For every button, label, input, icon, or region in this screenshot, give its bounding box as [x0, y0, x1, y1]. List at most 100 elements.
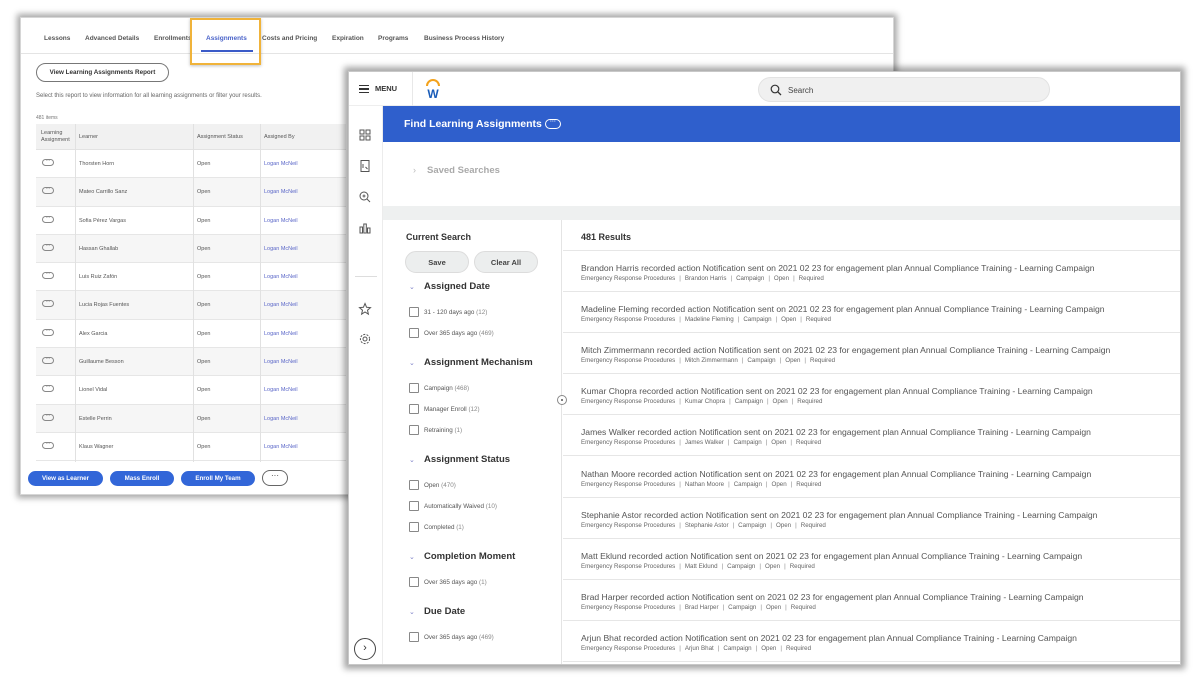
menu-button[interactable]: MENU	[349, 72, 413, 106]
result-title-link[interactable]: Nathan Moore recorded action Notificatio…	[581, 469, 1091, 479]
assigned-by-link[interactable]: Logan McNeil	[264, 189, 298, 195]
related-actions-button[interactable]: ···	[42, 357, 54, 365]
gear-icon[interactable]	[358, 332, 372, 346]
facet-group-title[interactable]: Completion Moment	[424, 551, 515, 562]
chevron-down-icon[interactable]: ⌄	[409, 553, 415, 561]
zoom-search-icon[interactable]	[358, 190, 372, 204]
assigned-by-link[interactable]: Logan McNeil	[264, 218, 298, 224]
related-actions-button[interactable]: ···	[42, 441, 54, 449]
table-row[interactable]: ··· Mateo Carrillo Sanz Open Logan McNeil	[36, 178, 346, 207]
view-as-learner-button[interactable]: View as Learner	[28, 471, 103, 486]
star-icon[interactable]	[358, 302, 372, 316]
table-row[interactable]: ··· Sofia Pérez Vargas Open Logan McNeil	[36, 207, 346, 235]
related-actions-button[interactable]: ···	[42, 328, 54, 336]
related-actions-button[interactable]: ···	[42, 215, 54, 223]
assigned-by-link[interactable]: Logan McNeil	[264, 444, 298, 450]
facet-group-title[interactable]: Assignment Mechanism	[424, 357, 533, 368]
related-actions-button[interactable]: ···	[42, 385, 54, 393]
bar-chart-icon[interactable]	[358, 221, 372, 235]
table-row[interactable]: ··· Luis Ruiz Zafón Open Logan McNeil	[36, 263, 346, 292]
chevron-down-icon[interactable]: ⌄	[409, 359, 415, 367]
result-item[interactable]: Brad Harper recorded action Notification…	[563, 580, 1180, 621]
search-bar[interactable]	[758, 77, 1050, 102]
facet-checkbox[interactable]	[409, 522, 419, 532]
result-title-link[interactable]: Kumar Chopra recorded action Notificatio…	[581, 386, 1093, 396]
result-title-link[interactable]: Stephanie Astor recorded action Notifica…	[581, 510, 1097, 520]
result-title-link[interactable]: Brad Harper recorded action Notification…	[581, 592, 1084, 602]
result-title-link[interactable]: Matt Eklund recorded action Notification…	[581, 551, 1082, 561]
saved-searches-toggle[interactable]: Saved Searches	[427, 165, 500, 176]
facet-checkbox[interactable]	[409, 328, 419, 338]
assigned-by-link[interactable]: Logan McNeil	[264, 161, 298, 167]
table-row[interactable]: ··· Lionel Vidal Open Logan McNeil	[36, 376, 346, 405]
result-title-link[interactable]: Mitch Zimmermann recorded action Notific…	[581, 345, 1110, 355]
related-actions-button[interactable]: ···	[42, 187, 54, 195]
tab-programs[interactable]: Programs	[378, 35, 408, 42]
result-title-link[interactable]: Madeline Fleming recorded action Notific…	[581, 304, 1105, 314]
column-header-learning-assignment[interactable]: Learning Assignment	[41, 130, 77, 144]
table-row[interactable]: ··· Alex Garcia Open Logan McNeil	[36, 320, 346, 349]
table-row[interactable]: ··· Hassan Ghallab Open Logan McNeil	[36, 234, 346, 264]
facet-group-title[interactable]: Assigned Date	[424, 281, 490, 292]
tab-costs-and-pricing[interactable]: Costs and Pricing	[262, 35, 317, 42]
chevron-down-icon[interactable]: ⌄	[409, 283, 415, 291]
mass-enroll-button[interactable]: Mass Enroll	[110, 471, 174, 486]
assigned-by-link[interactable]: Logan McNeil	[264, 274, 298, 280]
expand-nav-button[interactable]: ›	[354, 638, 376, 660]
save-search-button[interactable]: Save	[405, 251, 469, 273]
result-item[interactable]: Brandon Harris recorded action Notificat…	[563, 251, 1180, 292]
assigned-by-link[interactable]: Logan McNeil	[264, 359, 298, 365]
facet-checkbox[interactable]	[409, 501, 419, 511]
tab-assignments[interactable]: Assignments	[206, 35, 247, 42]
table-row[interactable]: ··· Estelle Perrin Open Logan McNeil	[36, 404, 346, 433]
tab-business-process-history[interactable]: Business Process History	[424, 35, 504, 42]
result-item[interactable]: Mitch Zimmermann recorded action Notific…	[563, 333, 1180, 375]
column-header-assignment-status[interactable]: Assignment Status	[197, 134, 243, 140]
facet-checkbox[interactable]	[409, 383, 419, 393]
related-actions-button[interactable]: ···	[42, 243, 54, 251]
tab-expiration[interactable]: Expiration	[332, 35, 364, 42]
related-actions-button[interactable]: ···	[42, 272, 54, 280]
assigned-by-link[interactable]: Logan McNeil	[264, 331, 298, 337]
assigned-by-link[interactable]: Logan McNeil	[264, 416, 298, 422]
result-item[interactable]: Nathan Moore recorded action Notificatio…	[563, 457, 1180, 498]
facet-checkbox[interactable]	[409, 480, 419, 490]
workday-logo-icon[interactable]: W	[424, 78, 442, 100]
table-row[interactable]: ··· Guillaume Besson Open Logan McNeil	[36, 348, 346, 377]
chevron-down-icon[interactable]: ⌄	[409, 608, 415, 616]
related-actions-button[interactable]: ···	[42, 300, 54, 308]
result-item[interactable]: Matt Eklund recorded action Notification…	[563, 539, 1180, 580]
more-actions-button[interactable]: ···	[262, 470, 288, 486]
assigned-by-link[interactable]: Logan McNeil	[264, 387, 298, 393]
facet-group-title[interactable]: Assignment Status	[424, 454, 510, 465]
table-row[interactable]: ··· Thorsten Horn Open Logan McNeil	[36, 150, 346, 179]
enroll-my-team-button[interactable]: Enroll My Team	[181, 471, 255, 486]
table-row[interactable]: ··· Klaus Wagner Open Logan McNeil	[36, 433, 346, 462]
result-title-link[interactable]: Arjun Bhat recorded action Notification …	[581, 633, 1077, 643]
table-row[interactable]: ··· Lucia Rojas Fuentes Open Logan McNeil	[36, 291, 346, 320]
apps-grid-icon[interactable]	[358, 128, 372, 142]
column-header-assigned-by[interactable]: Assigned By	[264, 134, 295, 140]
clear-all-button[interactable]: Clear All	[474, 251, 538, 273]
facet-checkbox[interactable]	[409, 307, 419, 317]
report-icon[interactable]	[358, 159, 372, 173]
result-item[interactable]: Arjun Bhat recorded action Notification …	[563, 621, 1180, 662]
facet-checkbox[interactable]	[409, 632, 419, 642]
facet-checkbox[interactable]	[409, 404, 419, 414]
related-actions-button[interactable]: ···	[42, 159, 54, 166]
tab-advanced-details[interactable]: Advanced Details	[85, 35, 139, 42]
related-actions-button[interactable]: ···	[545, 119, 561, 129]
result-item[interactable]: Kumar Chopra recorded action Notificatio…	[563, 374, 1180, 416]
result-item[interactable]: Madeline Fleming recorded action Notific…	[563, 292, 1180, 334]
assigned-by-link[interactable]: Logan McNeil	[264, 302, 298, 308]
search-input[interactable]	[788, 82, 1028, 98]
result-title-link[interactable]: James Walker recorded action Notificatio…	[581, 427, 1091, 437]
tab-enrollments[interactable]: Enrollments	[154, 35, 192, 42]
facet-checkbox[interactable]	[409, 425, 419, 435]
column-header-learner[interactable]: Learner	[79, 134, 98, 140]
facet-group-title[interactable]: Due Date	[424, 606, 465, 617]
assigned-by-link[interactable]: Logan McNeil	[264, 246, 298, 252]
facet-checkbox[interactable]	[409, 577, 419, 587]
result-title-link[interactable]: Brandon Harris recorded action Notificat…	[581, 263, 1095, 273]
view-learning-assignments-report-button[interactable]: View Learning Assignments Report	[36, 63, 169, 82]
